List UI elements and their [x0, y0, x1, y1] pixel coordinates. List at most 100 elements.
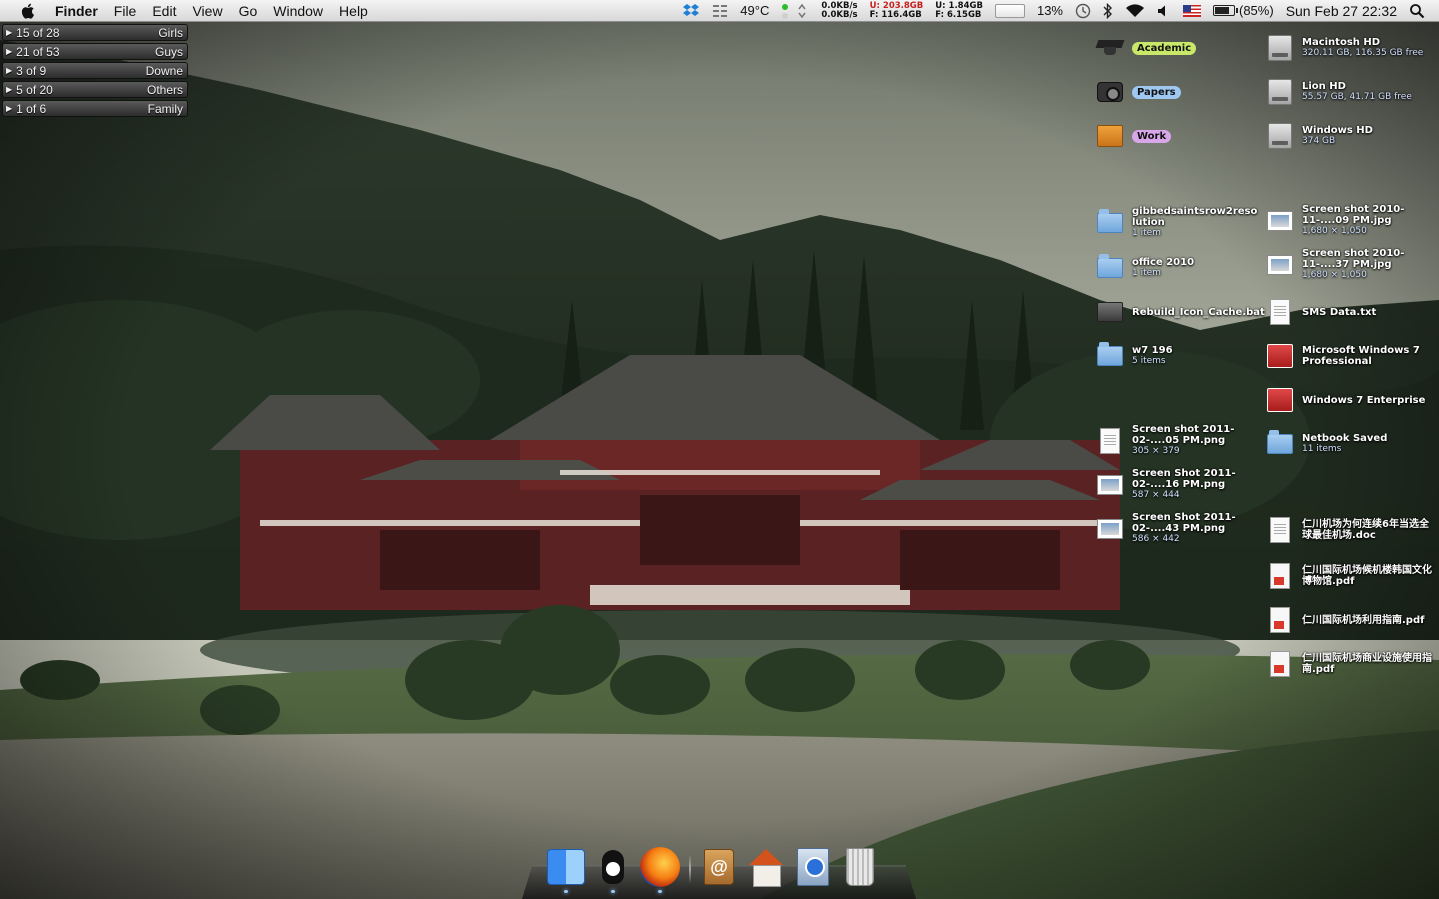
item-info: 1 item — [1132, 228, 1161, 238]
parallels-vm-icon — [1267, 388, 1293, 412]
temperature-readout[interactable]: 49°C — [734, 0, 775, 21]
counter-row[interactable]: ▶ 3 of 9 Downe — [2, 62, 188, 79]
dock-avi-file[interactable] — [793, 846, 833, 888]
dock-finder[interactable] — [546, 846, 586, 893]
battery-status[interactable]: (85%) — [1207, 0, 1280, 21]
desktop-item-screenshot-16[interactable]: Screen Shot 2011-02-....16 PM.png 587 × 4… — [1096, 468, 1266, 501]
desktop-item-rebuild-bat[interactable]: Rebuild_Icon_Cache.bat — [1096, 298, 1266, 326]
input-source-flag-icon[interactable] — [1177, 0, 1207, 21]
menu-list-icon[interactable] — [706, 0, 734, 21]
menu-app-name[interactable]: Finder — [51, 0, 106, 21]
folder-icon — [1097, 342, 1123, 366]
cpu-percent[interactable]: 13% — [1031, 0, 1069, 21]
address-book-icon: @ — [704, 849, 734, 885]
item-info: 586 × 442 — [1132, 534, 1180, 544]
desktop-item-win7-enterprise[interactable]: Windows 7 Enterprise — [1266, 386, 1436, 414]
desktop-item-macintosh-hd[interactable]: Macintosh HD 320.11 GB, 116.35 GB free — [1266, 34, 1436, 62]
dock-firefox[interactable] — [640, 846, 680, 893]
desktop-item-incheon-museum-pdf[interactable]: 仁川国际机场候机楼韩国文化博物馆.pdf — [1266, 562, 1436, 590]
time-machine-icon[interactable] — [1069, 0, 1097, 21]
dock-trash[interactable] — [840, 846, 880, 888]
running-indicator — [611, 890, 615, 893]
item-info: 1,680 × 1,050 — [1302, 226, 1367, 236]
desktop-item-incheon-guide-pdf[interactable]: 仁川国际机场利用指南.pdf — [1266, 606, 1436, 634]
item-name: Work — [1132, 129, 1172, 143]
folder-icon — [1097, 254, 1123, 278]
dock-address-book[interactable]: @ — [699, 846, 739, 888]
counter-label: Guys — [154, 44, 183, 59]
desktop-item-sms-data[interactable]: SMS Data.txt — [1266, 298, 1436, 326]
menu-help[interactable]: Help — [331, 0, 376, 21]
desktop-item-incheon-doc[interactable]: 仁川机场为何连续6年当选全球最佳机场.doc — [1266, 516, 1436, 544]
home-folder-icon — [749, 849, 783, 887]
menu-file[interactable]: File — [106, 0, 145, 21]
menu-view[interactable]: View — [184, 0, 230, 21]
counter-row[interactable]: ▶ 21 of 53 Guys — [2, 43, 188, 60]
item-name: Microsoft Windows 7 Professional — [1302, 345, 1420, 367]
desktop-item-gibbed-folder[interactable]: gibbedsaintsrow2resolution 1 item — [1096, 206, 1266, 239]
menu-window[interactable]: Window — [265, 0, 331, 21]
desktop-item-academic[interactable]: Academic — [1096, 34, 1266, 62]
desktop-item-windows-hd[interactable]: Windows HD 374 GB — [1266, 122, 1436, 150]
counter-row[interactable]: ▶ 1 of 6 Family — [2, 100, 188, 117]
item-name: 仁川国际机场利用指南.pdf — [1302, 614, 1425, 626]
menu-clock[interactable]: Sun Feb 27 22:32 — [1280, 0, 1403, 21]
memory-usage-readout[interactable]: U: 1.84GB F: 6.15GB — [929, 0, 989, 21]
avi-file-icon — [797, 848, 829, 886]
text-file-icon — [1270, 299, 1290, 325]
counter-count: 21 of 53 — [16, 44, 60, 59]
net-up: 0.0KB/s — [821, 9, 858, 20]
menu-edit[interactable]: Edit — [144, 0, 184, 21]
dropbox-icon[interactable] — [676, 0, 706, 21]
item-name: Macintosh HD — [1302, 37, 1381, 48]
item-info: 1,680 × 1,050 — [1302, 270, 1367, 280]
bluetooth-icon[interactable] — [1097, 0, 1119, 21]
image-file-icon — [1097, 474, 1123, 495]
volume-icon[interactable] — [1151, 0, 1177, 21]
desktop-item-lion-hd[interactable]: Lion HD 55.57 GB, 41.71 GB free — [1266, 78, 1436, 106]
counter-count: 5 of 20 — [16, 82, 53, 97]
counter-row[interactable]: ▶ 15 of 28 Girls — [2, 24, 188, 41]
desktop-item-win7-professional[interactable]: Microsoft Windows 7 Professional — [1266, 342, 1436, 370]
folder-icon — [1097, 208, 1123, 233]
dock: @ — [546, 840, 887, 893]
desktop-item-screenshot-09[interactable]: Screen shot 2010-11-....09 PM.jpg 1,680 ×… — [1266, 204, 1436, 237]
dock-qq[interactable] — [593, 846, 633, 893]
dock-home-folder[interactable] — [746, 846, 786, 888]
counter-count: 1 of 6 — [16, 101, 47, 116]
desktop-item-office-folder[interactable]: office 2010 1 item — [1096, 254, 1266, 282]
item-info: 1 item — [1132, 268, 1161, 278]
counter-row[interactable]: ▶ 5 of 20 Others — [2, 81, 188, 98]
desktop-item-papers[interactable]: Papers — [1096, 78, 1266, 106]
word-doc-icon — [1270, 517, 1290, 543]
item-name: Lion HD — [1302, 81, 1346, 92]
apple-menu-icon[interactable] — [17, 3, 39, 19]
desktop-item-netbook-saved[interactable]: Netbook Saved 11 items — [1266, 430, 1436, 458]
spotlight-search-icon[interactable] — [1403, 0, 1439, 21]
cpu-meter[interactable] — [989, 0, 1031, 21]
menu-go[interactable]: Go — [231, 0, 266, 21]
mem-free-value: 6.15GB — [946, 9, 982, 20]
camera-icon — [1097, 82, 1123, 102]
battery-icon — [1213, 5, 1238, 16]
desktop-item-screenshot-43[interactable]: Screen Shot 2011-02-....43 PM.png 586 × 4… — [1096, 512, 1266, 545]
trash-icon — [846, 848, 874, 886]
disk-usage-readout[interactable]: U: 203.8GB F: 116.4GB — [864, 0, 930, 21]
folder-icon — [1267, 430, 1293, 454]
desktop-item-w7-folder[interactable]: w7 196 5 items — [1096, 342, 1266, 370]
network-speed-readout[interactable]: 0.0KB/s 0.0KB/s — [815, 0, 863, 21]
item-name: Rebuild_Icon_Cache.bat — [1132, 306, 1265, 318]
desktop-item-screenshot-37[interactable]: Screen shot 2010-11-....37 PM.jpg 1,680 ×… — [1266, 248, 1436, 281]
desktop-item-work[interactable]: Work — [1096, 122, 1266, 150]
running-indicator — [658, 890, 662, 893]
desktop-item-incheon-commercial-pdf[interactable]: 仁川国际机场商业设施使用指南.pdf — [1266, 650, 1436, 678]
activity-indicator-icon — [775, 0, 815, 21]
desktop-item-screenshot-05[interactable]: Screen shot 2011-02-....05 PM.png 305 × 3… — [1096, 424, 1266, 457]
image-file-icon — [1267, 254, 1293, 275]
item-name: Academic — [1132, 41, 1197, 55]
image-file-icon — [1097, 518, 1123, 539]
item-name: 仁川国际机场候机楼韩国文化博物馆.pdf — [1302, 565, 1432, 587]
item-info: 305 × 379 — [1132, 446, 1180, 456]
wifi-icon[interactable] — [1119, 0, 1151, 21]
item-name: Screen Shot 2011-02-....16 PM.png — [1132, 468, 1236, 490]
